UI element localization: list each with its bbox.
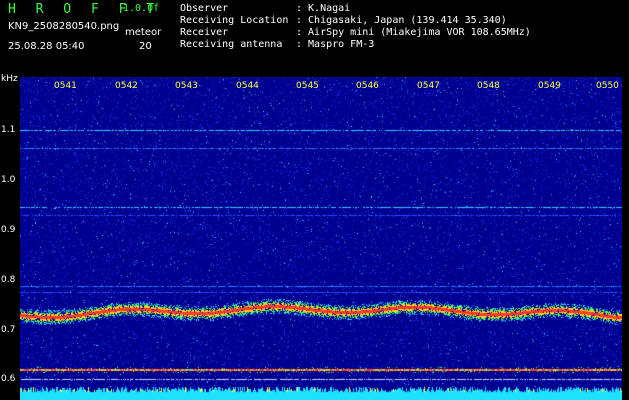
frequency-axis: kHz 1.1 1.0 0.9 0.8 0.7 0.6 [0, 70, 20, 400]
file-name: KN9_2508280540.png [8, 21, 120, 32]
capture-datetime: 25.08.28 05:40 [8, 41, 85, 52]
time-tick-label: 0545 [296, 81, 319, 91]
spectrogram-canvas [20, 77, 622, 400]
info-location-value: : Chigasaki, Japan (139.414 35.340) [296, 15, 507, 26]
spectrogram-plot [20, 77, 622, 400]
freq-tick-label: 1.1 [1, 125, 16, 135]
time-tick-label: 0549 [538, 81, 561, 91]
info-receiver-value: : AirSpy mini (Miakejima VOR 108.65MHz) [296, 27, 531, 38]
info-observer-value: : K.Nagai [296, 3, 351, 14]
header-panel: H R O F F T 1.0.0f KN9_2508280540.png me… [0, 0, 629, 70]
info-observer-label: Observer [180, 3, 229, 14]
freq-unit-label: kHz [1, 74, 18, 84]
info-receiver-label: Receiver [180, 27, 229, 38]
meteor-label: meteor [125, 27, 162, 38]
time-tick-label: 0546 [356, 81, 379, 91]
info-location-label: Receiving Location [180, 15, 289, 26]
time-tick-label: 0542 [115, 81, 138, 91]
freq-tick-label: 0.8 [1, 275, 16, 285]
freq-tick-label: 0.6 [1, 374, 16, 384]
meteor-count: 20 [139, 41, 152, 52]
time-tick-label: 0544 [236, 81, 259, 91]
time-tick-label: 0550 [596, 81, 619, 91]
time-tick-label: 0547 [417, 81, 440, 91]
info-antenna-value: : Maspro FM-3 [296, 39, 375, 50]
time-tick-label: 0541 [54, 81, 77, 91]
info-antenna-label: Receiving antenna [180, 39, 283, 50]
time-tick-label: 0543 [175, 81, 198, 91]
freq-tick-label: 0.9 [1, 225, 16, 235]
app-version: 1.0.0f [123, 3, 160, 14]
time-tick-label: 0548 [477, 81, 500, 91]
freq-tick-label: 1.0 [1, 175, 16, 185]
freq-tick-label: 0.7 [1, 325, 16, 335]
